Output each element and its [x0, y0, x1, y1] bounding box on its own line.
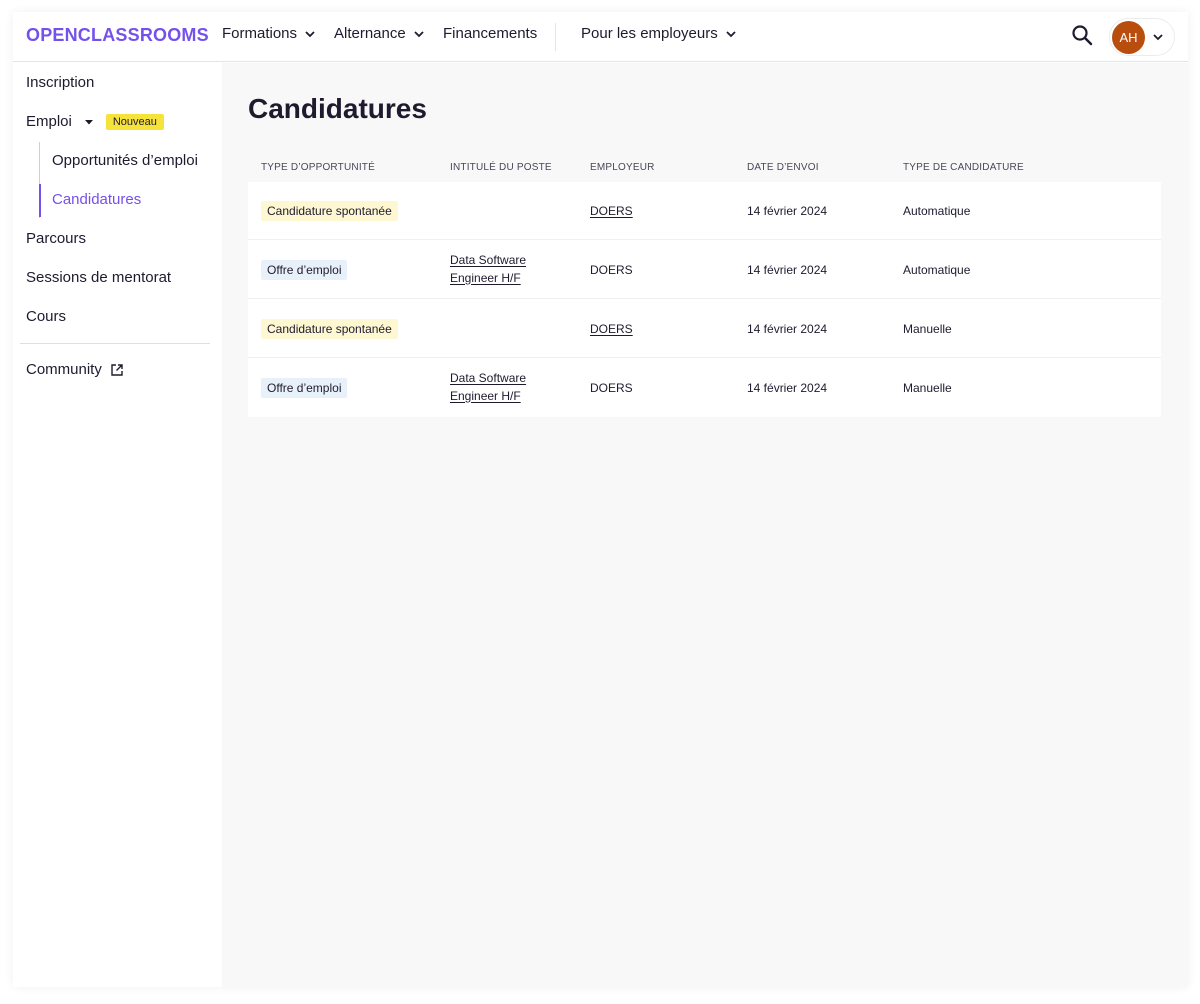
sidebar-item-parcours[interactable]: Parcours — [26, 230, 86, 247]
chevron-down-icon — [724, 27, 738, 41]
employer-name: DOERS — [590, 381, 633, 395]
main-content: Candidatures TYPE D’OPPORTUNITÉ INTITULÉ… — [222, 63, 1188, 987]
sidebar-item-candidatures[interactable]: Candidatures — [52, 191, 141, 208]
search-button[interactable] — [1069, 24, 1095, 50]
opportunity-type-tag: Offre d’emploi — [261, 378, 348, 398]
sidebar-divider — [20, 343, 210, 344]
sent-date: 14 février 2024 — [747, 381, 828, 395]
sidebar-item-cours[interactable]: Cours — [26, 308, 66, 325]
sidebar-item-label: Community — [26, 361, 102, 378]
table-row[interactable]: Offre d’emploi Data Software Engineer H/… — [248, 359, 1161, 417]
nav-financements[interactable]: Financements — [443, 25, 537, 42]
nav-divider — [555, 23, 556, 51]
application-type: Manuelle — [903, 322, 952, 336]
new-badge: Nouveau — [105, 113, 164, 130]
sent-date: 14 février 2024 — [747, 322, 828, 336]
table-row[interactable]: Candidature spontanée DOERS 14 février 2… — [248, 182, 1161, 240]
sent-date: 14 février 2024 — [747, 204, 828, 218]
opportunity-type-tag: Offre d’emploi — [261, 260, 348, 280]
chevron-down-icon — [412, 27, 426, 41]
employer-link[interactable]: DOERS — [590, 322, 633, 336]
column-header-employeur: EMPLOYEUR — [590, 162, 655, 173]
sidebar-item-label: Parcours — [26, 230, 87, 247]
application-type: Automatique — [903, 204, 971, 218]
sidebar-item-label: Cours — [26, 308, 67, 325]
column-header-intitule: INTITULÉ DU POSTE — [450, 162, 552, 173]
caret-down-icon — [84, 117, 94, 127]
sidebar-item-label: Sessions de mentorat — [26, 269, 172, 286]
search-icon — [1071, 24, 1093, 51]
external-link-icon — [110, 363, 124, 377]
table-row[interactable]: Candidature spontanée DOERS 14 février 2… — [248, 300, 1161, 358]
application-type: Automatique — [903, 263, 971, 277]
employer-name: DOERS — [590, 263, 633, 277]
column-header-type-candidature: TYPE DE CANDIDATURE — [903, 162, 1024, 173]
sidebar-item-label: Emploi — [26, 113, 72, 130]
sidebar-item-label: Opportunités d’emploi — [52, 152, 198, 169]
avatar: AH — [1112, 20, 1145, 54]
nav-financements-label: Financements — [443, 25, 538, 42]
sidebar-item-label: Inscription — [26, 74, 95, 91]
opportunity-type-tag: Candidature spontanée — [261, 201, 398, 221]
column-header-type: TYPE D’OPPORTUNITÉ — [261, 162, 375, 173]
nav-formations[interactable]: Formations — [222, 25, 317, 42]
submenu-active-indicator — [39, 184, 41, 217]
nav-alternance-label: Alternance — [334, 25, 406, 42]
sidebar-item-community[interactable]: Community — [26, 361, 124, 378]
job-title-link[interactable]: Data Software Engineer H/F — [450, 370, 550, 405]
chevron-down-icon — [1151, 30, 1165, 44]
page-title: Candidatures — [248, 93, 427, 124]
application-type: Manuelle — [903, 381, 952, 395]
employer-link[interactable]: DOERS — [590, 204, 633, 218]
sidebar: Inscription Emploi Nouveau Opportunités … — [13, 63, 222, 987]
nav-alternance[interactable]: Alternance — [334, 25, 426, 42]
sent-date: 14 février 2024 — [747, 263, 828, 277]
top-header: OPENCLASSROOMS Formations Alternance Fin… — [13, 12, 1188, 62]
chevron-down-icon — [303, 27, 317, 41]
nav-pour-les-employeurs[interactable]: Pour les employeurs — [581, 25, 738, 42]
nav-employeurs-label: Pour les employeurs — [581, 25, 718, 42]
opportunity-type-tag: Candidature spontanée — [261, 319, 398, 339]
nav-formations-label: Formations — [222, 25, 298, 42]
applications-table: Candidature spontanée DOERS 14 février 2… — [248, 182, 1161, 417]
account-menu-button[interactable]: AH — [1109, 18, 1175, 56]
sidebar-item-sessions-mentorat[interactable]: Sessions de mentorat — [26, 269, 171, 286]
sidebar-item-emploi[interactable]: Emploi Nouveau — [26, 113, 164, 130]
app-frame: OPENCLASSROOMS Formations Alternance Fin… — [13, 12, 1188, 987]
sidebar-item-inscription[interactable]: Inscription — [26, 74, 94, 91]
sidebar-item-opportunites[interactable]: Opportunités d’emploi — [52, 152, 198, 169]
sidebar-item-label: Candidatures — [52, 191, 142, 208]
table-row[interactable]: Offre d’emploi Data Software Engineer H/… — [248, 241, 1161, 299]
job-title-link[interactable]: Data Software Engineer H/F — [450, 252, 550, 287]
column-header-date: DATE D’ENVOI — [747, 162, 819, 173]
openclassrooms-logo[interactable]: OPENCLASSROOMS — [26, 25, 209, 46]
